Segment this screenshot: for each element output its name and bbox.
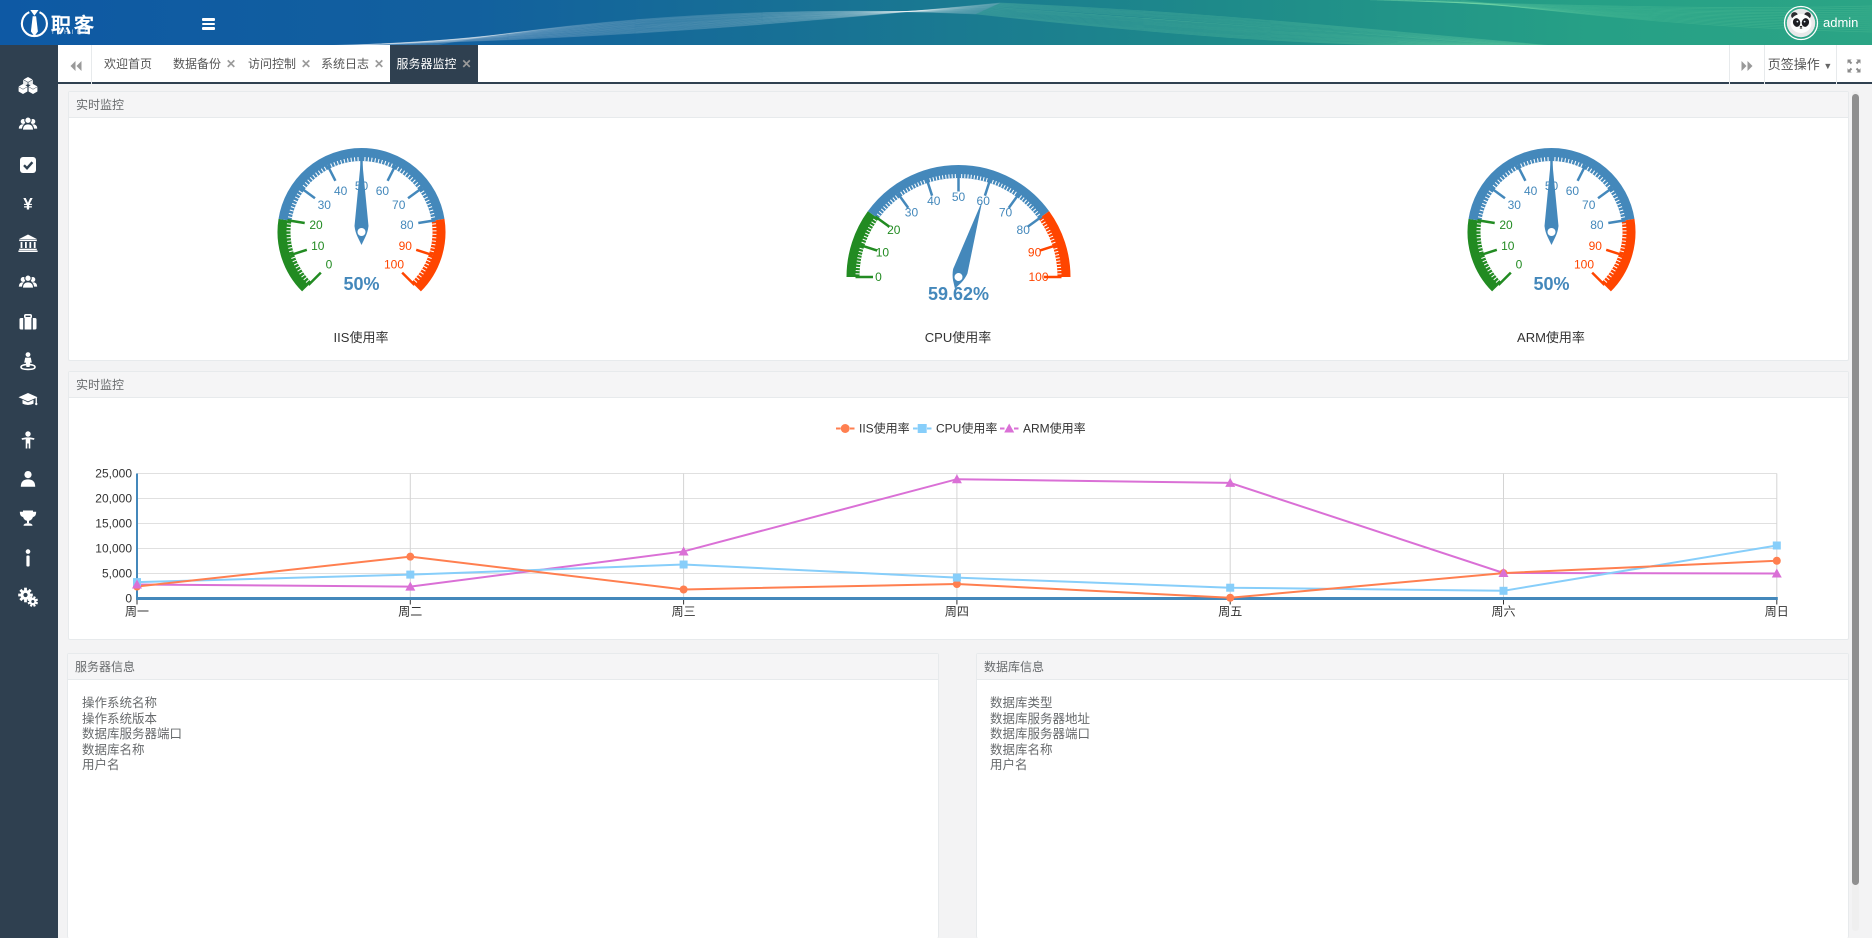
svg-text:周一: 周一 [125,605,149,619]
svg-text:0: 0 [326,258,333,272]
svg-text:¥: ¥ [23,194,33,213]
svg-text:10: 10 [1501,239,1515,253]
svg-text:40: 40 [927,194,941,208]
svg-text:周四: 周四 [945,605,969,619]
svg-text:90: 90 [399,239,413,253]
svg-text:10: 10 [311,239,325,253]
svg-text:15,000: 15,000 [95,517,132,531]
svg-text:ARM使用率: ARM使用率 [1023,421,1086,436]
svg-text:40: 40 [334,184,348,198]
svg-text:50: 50 [952,190,966,204]
svg-text:25,000: 25,000 [95,467,132,481]
svg-text:90: 90 [1028,245,1042,259]
svg-text:59.62%: 59.62% [928,284,989,304]
svg-text:100: 100 [384,258,404,272]
svg-text:20: 20 [1499,218,1513,232]
svg-text:10,000: 10,000 [95,542,132,556]
svg-text:0: 0 [875,270,882,284]
svg-text:90: 90 [1589,239,1603,253]
svg-text:60: 60 [1566,184,1580,198]
svg-text:0: 0 [1516,258,1523,272]
svg-text:周日: 周日 [1765,605,1789,619]
svg-text:80: 80 [400,218,414,232]
svg-text:60: 60 [977,194,991,208]
svg-text:50%: 50% [343,274,379,294]
svg-text:70: 70 [1582,198,1596,212]
svg-text:60: 60 [376,184,390,198]
svg-text:5,000: 5,000 [102,567,132,581]
svg-text:CPU使用率: CPU使用率 [936,421,997,436]
svg-text:30: 30 [318,198,332,212]
svg-text:100: 100 [1574,258,1594,272]
svg-text:0: 0 [125,592,132,606]
svg-text:10: 10 [876,245,890,259]
svg-text:20: 20 [887,223,901,237]
svg-text:周五: 周五 [1218,605,1242,619]
svg-text:30: 30 [905,205,919,219]
svg-text:20,000: 20,000 [95,492,132,506]
svg-text:80: 80 [1017,223,1031,237]
svg-text:周三: 周三 [672,605,696,619]
svg-text:周二: 周二 [398,605,422,619]
svg-text:周六: 周六 [1491,605,1515,619]
svg-text:80: 80 [1590,218,1604,232]
svg-text:IIS使用率: IIS使用率 [859,421,910,436]
svg-text:20: 20 [309,218,323,232]
svg-text:70: 70 [392,198,406,212]
svg-text:100: 100 [1028,270,1048,284]
svg-text:40: 40 [1524,184,1538,198]
svg-text:50%: 50% [1533,274,1569,294]
svg-text:70: 70 [999,205,1013,219]
svg-text:30: 30 [1508,198,1522,212]
